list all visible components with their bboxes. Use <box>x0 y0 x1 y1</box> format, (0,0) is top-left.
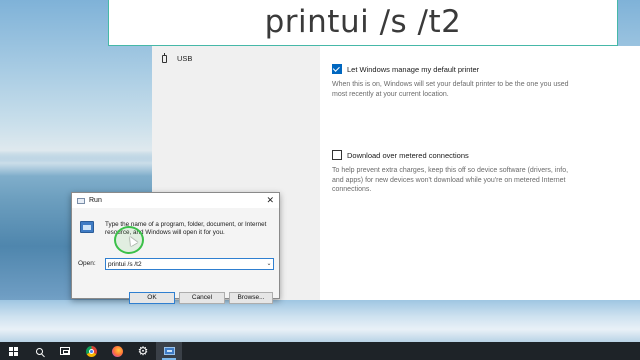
close-icon[interactable]: ✕ <box>266 194 274 206</box>
run-icon <box>163 347 175 355</box>
metered-row[interactable]: Download over metered connections <box>332 150 632 160</box>
nav-item-usb-label: USB <box>177 54 193 63</box>
run-titlebar[interactable]: Run ✕ <box>72 193 279 208</box>
settings-taskbar-button[interactable]: ⚙ <box>130 342 156 360</box>
metered-description: To help prevent extra charges, keep this… <box>332 167 569 193</box>
nav-item-usb[interactable]: USB <box>162 52 193 63</box>
browse-button[interactable]: Browse... <box>229 292 273 304</box>
gear-icon: ⚙ <box>137 344 149 358</box>
run-dialog: Run ✕ Type the name of a program, folder… <box>71 192 280 304</box>
firefox-icon <box>111 345 123 357</box>
wallpaper-waves <box>0 300 640 342</box>
chevron-down-icon[interactable]: ⌄ <box>265 259 273 269</box>
run-title: Run <box>89 197 102 204</box>
usb-icon <box>162 52 167 63</box>
search-button[interactable] <box>26 342 52 360</box>
run-title-icon <box>77 197 85 204</box>
metered-checkbox[interactable] <box>332 150 342 160</box>
caption-banner: printui /s /t2 <box>108 0 618 46</box>
ok-button[interactable]: OK <box>129 292 175 304</box>
default-printer-label: Let Windows manage my default printer <box>347 64 480 74</box>
metered-section: Download over metered connections To hel… <box>332 150 632 195</box>
metered-label: Download over metered connections <box>347 150 469 160</box>
windows-logo-icon <box>8 346 18 356</box>
default-printer-description: When this is on, Windows will set your d… <box>332 81 569 98</box>
run-taskbar-button[interactable] <box>156 342 182 360</box>
default-printer-checkbox[interactable] <box>332 64 342 74</box>
cancel-button[interactable]: Cancel <box>179 292 225 304</box>
search-icon <box>35 347 43 355</box>
open-label: Open: <box>78 260 96 267</box>
chrome-button[interactable] <box>78 342 104 360</box>
default-printer-row[interactable]: Let Windows manage my default printer <box>332 64 632 74</box>
task-view-button[interactable] <box>52 342 78 360</box>
open-input[interactable] <box>105 258 274 270</box>
caption-text: printui /s /t2 <box>264 3 462 40</box>
firefox-button[interactable] <box>104 342 130 360</box>
default-printer-section: Let Windows manage my default printer Wh… <box>332 64 632 99</box>
chrome-icon <box>85 345 97 357</box>
task-view-icon <box>60 347 70 355</box>
start-button[interactable] <box>0 342 26 360</box>
run-program-icon <box>80 221 94 233</box>
taskbar: ⚙ <box>0 342 640 360</box>
